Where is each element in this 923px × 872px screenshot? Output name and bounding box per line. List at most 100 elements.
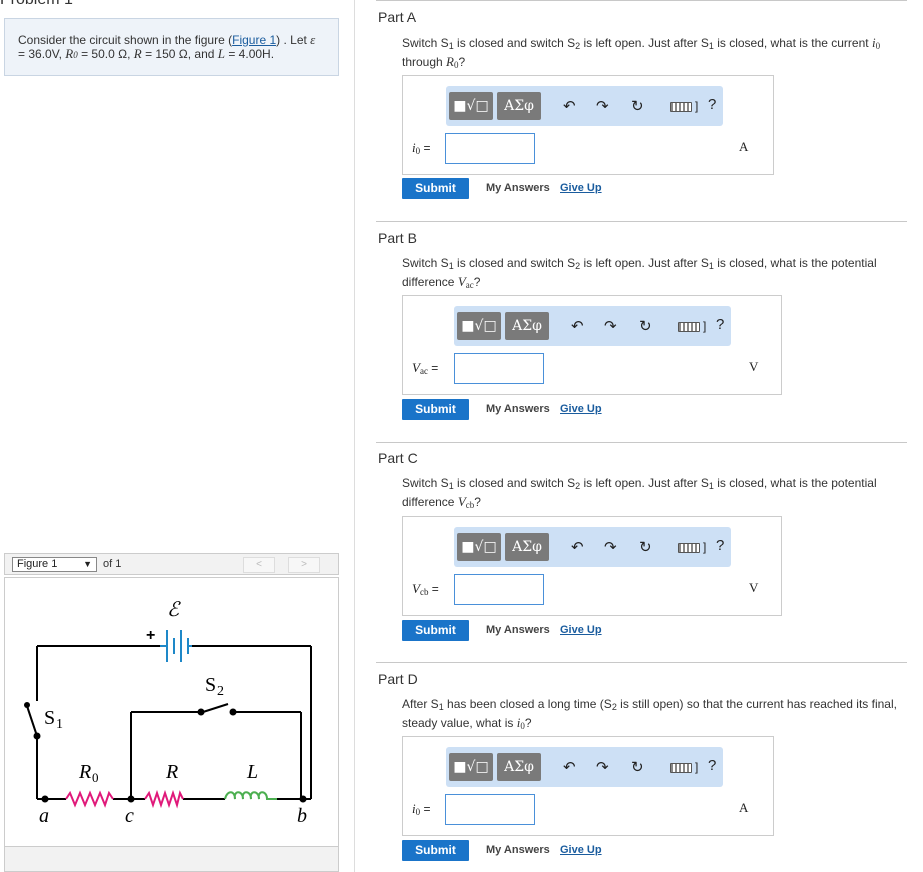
symbols-button[interactable]: ΑΣφ bbox=[505, 533, 549, 561]
keyboard-caret: ] bbox=[703, 540, 707, 554]
figure-panel: ℰ + S 2 S 1 R 0 R L a c b bbox=[4, 577, 339, 847]
q-text: is left open. Just after S bbox=[580, 256, 709, 270]
redo-icon[interactable]: ↷ bbox=[604, 316, 617, 336]
undo-icon[interactable]: ↶ bbox=[563, 96, 576, 116]
r-label: R bbox=[165, 761, 178, 783]
reset-icon[interactable]: ↻ bbox=[631, 757, 644, 777]
keyboard-icon[interactable] bbox=[670, 763, 692, 773]
divider bbox=[376, 442, 907, 443]
math-toolbar: ■√□ ΑΣφ ↶ ↷ ↻ ] ? bbox=[454, 306, 731, 346]
left-panel: Problem 1 Consider the circuit shown in … bbox=[0, 0, 355, 872]
symbols-button[interactable]: ΑΣφ bbox=[497, 92, 541, 120]
q-text: Switch S bbox=[402, 476, 449, 490]
q-text: Switch S bbox=[402, 256, 449, 270]
answer-unit: V bbox=[749, 580, 759, 595]
math-toolbar: ■√□ ΑΣφ ↶ ↷ ↻ ] ? bbox=[446, 747, 723, 787]
next-figure-button[interactable]: > bbox=[288, 557, 320, 573]
reset-icon[interactable]: ↻ bbox=[639, 537, 652, 557]
submit-button[interactable]: Submit bbox=[402, 399, 469, 420]
undo-icon[interactable]: ↶ bbox=[571, 537, 584, 557]
parts-panel: Part A Switch S1 is closed and switch S2… bbox=[356, 0, 923, 872]
give-up-link[interactable]: Give Up bbox=[560, 844, 602, 856]
help-icon[interactable]: ? bbox=[716, 537, 724, 554]
answer-input[interactable] bbox=[445, 794, 535, 825]
undo-icon[interactable]: ↶ bbox=[563, 757, 576, 777]
emf-label: ℰ bbox=[167, 599, 181, 621]
q-text: is closed, what is the current bbox=[713, 36, 872, 50]
submit-button[interactable]: Submit bbox=[402, 178, 469, 199]
answer-unit: A bbox=[739, 139, 749, 154]
symbols-button[interactable]: ΑΣφ bbox=[497, 753, 541, 781]
answer-label: Vcb = bbox=[412, 581, 439, 597]
help-icon[interactable]: ? bbox=[708, 96, 716, 113]
submit-button[interactable]: Submit bbox=[402, 840, 469, 861]
answer-input[interactable] bbox=[454, 353, 544, 384]
templates-button[interactable]: ■√□ bbox=[457, 533, 501, 561]
answer-input[interactable] bbox=[445, 133, 535, 164]
keyboard-icon[interactable] bbox=[678, 543, 700, 553]
submit-button[interactable]: Submit bbox=[402, 620, 469, 641]
figure-footer bbox=[4, 847, 339, 872]
q-text: After S bbox=[402, 697, 439, 711]
redo-icon[interactable]: ↷ bbox=[604, 537, 617, 557]
q-text: Switch S bbox=[402, 36, 449, 50]
templates-button[interactable]: ■√□ bbox=[457, 312, 501, 340]
give-up-link[interactable]: Give Up bbox=[560, 624, 602, 636]
figure-count: of 1 bbox=[103, 558, 122, 570]
give-up-link[interactable]: Give Up bbox=[560, 403, 602, 415]
prev-figure-button[interactable]: < bbox=[243, 557, 275, 573]
templates-button[interactable]: ■√□ bbox=[449, 753, 493, 781]
redo-icon[interactable]: ↷ bbox=[596, 757, 609, 777]
answer-box: ■√□ ΑΣφ ↶ ↷ ↻ ] ? Vac = V bbox=[402, 295, 782, 395]
q-text: ? bbox=[474, 495, 481, 509]
part-b: Part B Switch S1 is closed and switch S2… bbox=[376, 230, 907, 430]
give-up-link[interactable]: Give Up bbox=[560, 182, 602, 194]
divider bbox=[376, 221, 907, 222]
part-title: Part D bbox=[378, 671, 418, 687]
help-icon[interactable]: ? bbox=[708, 757, 716, 774]
r0-value: = 50.0 Ω, bbox=[81, 47, 131, 61]
keyboard-caret: ] bbox=[695, 760, 699, 774]
figure-link[interactable]: Figure 1 bbox=[232, 33, 276, 47]
keyboard-icon[interactable] bbox=[670, 102, 692, 112]
help-icon[interactable]: ? bbox=[716, 316, 724, 333]
answer-box: ■√□ ΑΣφ ↶ ↷ ↻ ] ? i0 = A bbox=[402, 736, 774, 836]
answer-input[interactable] bbox=[454, 574, 544, 605]
label-var: V bbox=[412, 581, 420, 596]
r0-sub: 0 bbox=[73, 50, 78, 60]
question-text: Switch S1 is closed and switch S2 is lef… bbox=[402, 35, 902, 73]
q-text: is left open. Just after S bbox=[580, 36, 709, 50]
figure-toolbar: Figure 1 ▼ of 1 < > bbox=[4, 553, 339, 575]
reset-icon[interactable]: ↻ bbox=[631, 96, 644, 116]
question-text: Switch S1 is closed and switch S2 is lef… bbox=[402, 256, 902, 293]
q-text: ? bbox=[458, 55, 466, 69]
s2-label: S bbox=[205, 674, 216, 696]
plus-sign: + bbox=[146, 627, 155, 644]
answer-label: i0 = bbox=[412, 801, 430, 817]
s1-label: S bbox=[44, 707, 55, 729]
keyboard-caret: ] bbox=[703, 319, 707, 333]
circuit-diagram: ℰ + S 2 S 1 R 0 R L a c b bbox=[24, 599, 312, 827]
r0-label: R bbox=[78, 761, 91, 783]
label-eq: = bbox=[420, 141, 431, 155]
my-answers-link[interactable]: My Answers bbox=[486, 624, 550, 636]
part-a: Part A Switch S1 is closed and switch S2… bbox=[376, 9, 907, 209]
node-a: a bbox=[39, 805, 49, 827]
reset-icon[interactable]: ↻ bbox=[639, 316, 652, 336]
redo-icon[interactable]: ↷ bbox=[596, 96, 609, 116]
my-answers-link[interactable]: My Answers bbox=[486, 844, 550, 856]
my-answers-link[interactable]: My Answers bbox=[486, 403, 550, 415]
undo-icon[interactable]: ↶ bbox=[571, 316, 584, 336]
symbols-button[interactable]: ΑΣφ bbox=[505, 312, 549, 340]
emf-symbol: ε bbox=[310, 32, 316, 47]
s2-sub: 2 bbox=[217, 684, 224, 699]
templates-button[interactable]: ■√□ bbox=[449, 92, 493, 120]
my-answers-link[interactable]: My Answers bbox=[486, 182, 550, 194]
chevron-down-icon: ▼ bbox=[83, 559, 92, 569]
keyboard-icon[interactable] bbox=[678, 322, 700, 332]
q-text: through bbox=[402, 55, 447, 69]
figure-select[interactable]: Figure 1 ▼ bbox=[12, 557, 97, 572]
answer-box: ■√□ ΑΣφ ↶ ↷ ↻ ] ? i0 = A bbox=[402, 75, 774, 175]
math-toolbar: ■√□ ΑΣφ ↶ ↷ ↻ ] ? bbox=[454, 527, 731, 567]
part-title: Part C bbox=[378, 450, 418, 466]
